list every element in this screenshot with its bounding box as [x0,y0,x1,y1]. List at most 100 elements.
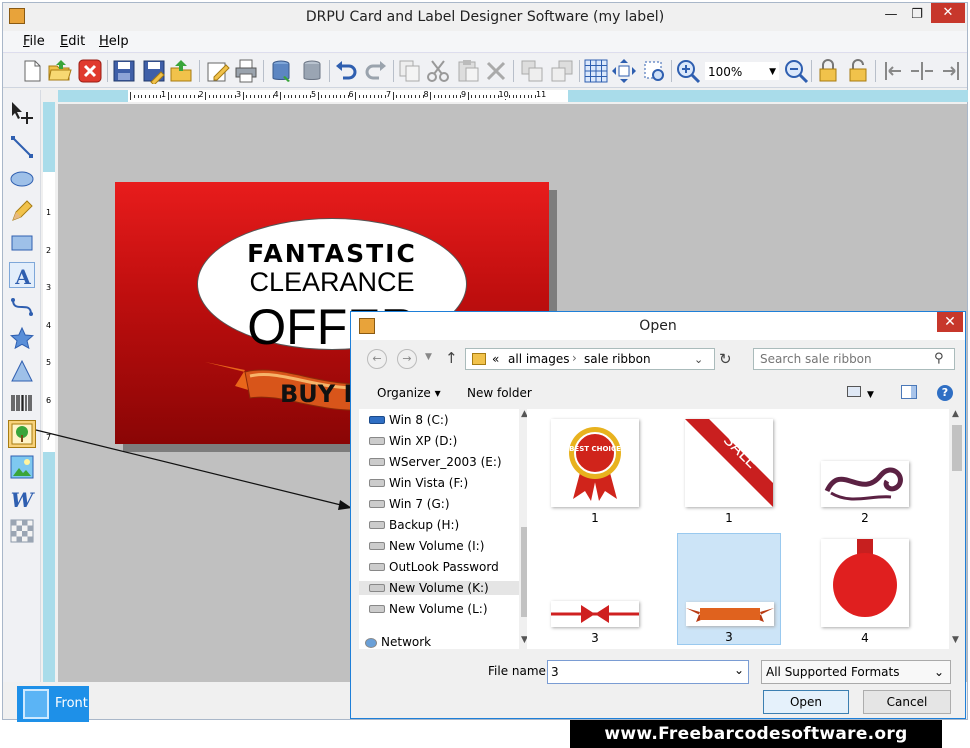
nav-item-label: New Volume (K:) [389,581,489,595]
refresh-button[interactable]: ↻ [719,350,732,368]
file-caption: 3 [591,631,599,645]
files-scroll-thumb[interactable] [952,425,962,471]
chevron-down-icon: ▼ [425,352,432,362]
red-bow-ribbon-image [551,601,639,627]
website-banner: www.Freebarcodesoftware.org [570,720,942,748]
nav-item-label: Win 8 (C:) [389,413,449,427]
drive-icon [369,542,385,550]
navigation-pane: Win 8 (C:) Win XP (D:) WServer_2003 (E:) Wi… [359,409,533,649]
files-scrollbar[interactable]: ▲ ▼ [949,409,965,649]
orange-ribbon-image [686,602,774,626]
nav-item[interactable]: New Volume (L:) [369,602,488,616]
breadcrumb-all-images[interactable]: all images [508,352,569,366]
dialog-command-bar: Organize ▾ New folder ▼ ? [351,378,965,408]
win-drive-icon [369,416,385,424]
new-folder-button[interactable]: New folder [467,386,532,400]
nav-item[interactable]: New Volume (I:) [369,539,484,553]
drive-icon [369,563,385,571]
arrow-up-icon: ↑ [445,349,458,367]
search-icon: ⚲ [934,351,944,366]
chevron-down-icon[interactable]: ⌄ [694,353,703,366]
nav-item[interactable]: New Volume (K:) [359,581,519,595]
help-button[interactable]: ? [937,385,953,401]
file-thumbnail[interactable]: BEST CHOICE 1 [543,415,647,527]
nav-item[interactable]: OutLook Password [369,560,499,574]
drive-icon [369,437,385,445]
network-icon [365,638,377,648]
file-name-label: File name: [488,664,550,678]
file-thumbnail-selected[interactable]: 3 [677,533,781,645]
up-folder-button[interactable]: ↑ [445,349,458,367]
view-grid-icon [847,386,861,397]
preview-pane-button[interactable] [901,385,917,399]
chevron-down-icon: ▼ [867,390,874,400]
back-button[interactable]: ← [367,349,387,369]
file-name-input[interactable] [551,664,727,680]
file-type-select[interactable]: All Supported Formats ⌄ [761,660,951,684]
dialog-title-bar: Open ✕ [351,312,965,340]
nav-item-label: Backup (H:) [389,518,460,532]
search-box[interactable]: ⚲ [753,348,955,370]
drive-icon [369,479,385,487]
breadcrumb-sale-ribbon[interactable]: sale ribbon [584,352,651,366]
red-seal-image [821,539,909,627]
nav-item[interactable]: Win 7 (G:) [369,497,450,511]
breadcrumb-chevron-icon: › [572,351,577,365]
drive-icon [369,521,385,529]
nav-item-label: Win XP (D:) [389,434,458,448]
nav-item-label: WServer_2003 (E:) [389,455,502,469]
badge-text: BEST CHOICE [569,445,621,453]
view-options-button[interactable]: ▼ [847,386,874,400]
help-icon: ? [941,386,949,399]
nav-item[interactable]: WServer_2003 (E:) [369,455,502,469]
rosette-badge-icon: BEST CHOICE [569,427,621,501]
forward-button[interactable]: → [397,349,417,369]
recent-locations-button[interactable]: ▼ [425,352,432,362]
sale-corner-image: SALE [685,419,773,507]
swirl-icon [824,467,903,501]
best-choice-badge-image: BEST CHOICE [551,419,639,507]
arrow-right-icon: → [402,352,412,365]
chevron-down-icon[interactable]: ⌄ [734,663,744,677]
file-thumbnail-pane: BEST CHOICE 1 SALE 1 2 3 3 4 ▲ ▼ [527,409,965,649]
nav-item-label: Win Vista (F:) [389,476,469,490]
drive-icon [369,605,385,613]
open-button[interactable]: Open [763,690,849,714]
file-thumbnail[interactable]: 4 [813,535,917,647]
scroll-down-icon[interactable]: ▼ [952,635,959,645]
file-thumbnail[interactable]: 2 [813,415,917,527]
refresh-icon: ↻ [719,350,732,368]
ribbon-icon [686,608,774,622]
file-thumbnail[interactable]: 3 [543,535,647,647]
search-input[interactable] [760,351,930,367]
organize-menu[interactable]: Organize ▾ [377,386,441,400]
arrow-left-icon: ← [372,352,382,365]
nav-item-label: Network [381,635,432,649]
file-name-combobox[interactable]: ⌄ [547,660,749,684]
open-file-dialog: Open ✕ ← → ▼ ↑ « all images › sale ribbo… [350,311,966,719]
breadcrumb-overflow[interactable]: « [492,352,499,366]
nav-item-label: OutLook Password [389,560,499,574]
drive-icon [369,500,385,508]
nav-item[interactable]: Win XP (D:) [369,434,458,448]
scroll-up-icon[interactable]: ▲ [952,409,959,419]
file-caption: 3 [725,630,733,644]
nav-item[interactable]: Network [365,635,432,649]
bow-icon [551,605,639,623]
dialog-close-button[interactable]: ✕ [937,312,963,332]
dialog-navigation-bar: ← → ▼ ↑ « all images › sale ribbon ⌄ ↻ ⚲ [351,340,965,376]
address-bar[interactable]: « all images › sale ribbon ⌄ [465,348,715,370]
preview-pane-icon [911,386,916,398]
file-caption: 1 [591,511,599,525]
nav-item-label: New Volume (L:) [389,602,488,616]
cancel-button[interactable]: Cancel [863,690,951,714]
file-caption: 4 [861,631,869,645]
chevron-down-icon: ⌄ [934,665,945,679]
seal-icon [833,539,897,617]
nav-item[interactable]: Win 8 (C:) [369,413,449,427]
file-type-value: All Supported Formats [766,665,900,679]
file-thumbnail[interactable]: SALE 1 [677,415,781,527]
drive-icon [369,458,385,466]
nav-item[interactable]: Backup (H:) [369,518,460,532]
nav-item[interactable]: Win Vista (F:) [369,476,469,490]
